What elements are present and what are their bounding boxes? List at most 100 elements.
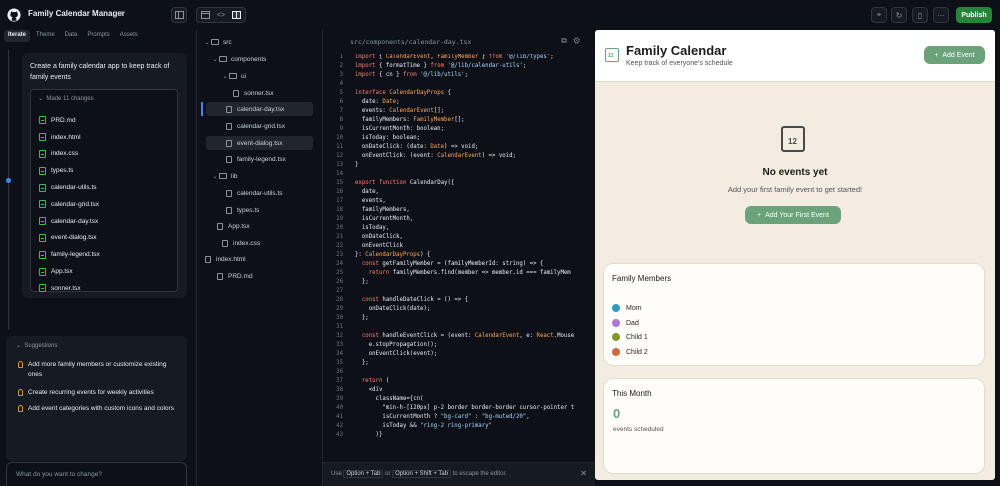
- close-icon[interactable]: ✕: [580, 469, 587, 478]
- more-button[interactable]: ···: [933, 7, 949, 23]
- tree-folder-components[interactable]: ⌄ components: [211, 52, 331, 66]
- code-editor[interactable]: src/components/calendar-day.tsx ⧉ ⚙ 1 imp…: [322, 30, 595, 486]
- code-line[interactable]: 36: [323, 369, 595, 378]
- suggestion-item[interactable]: Create recurring events for weekly activ…: [18, 388, 178, 398]
- change-item[interactable]: calendar-utils.ts: [39, 179, 100, 196]
- change-item[interactable]: types.ts: [39, 162, 100, 179]
- code-line[interactable]: 23}: CalendarDayProps) {: [323, 252, 595, 261]
- code-line[interactable]: 11 onDateClick: (date: Date) => void;: [323, 144, 595, 153]
- copy-icon[interactable]: ⧉: [561, 36, 567, 45]
- code-line[interactable]: 41 isCurrentMonth ? "bg-card" : "bg-mute…: [323, 414, 595, 423]
- code-line[interactable]: 30 };: [323, 315, 595, 324]
- code-line[interactable]: 5 interface CalendarDayProps {: [323, 90, 595, 99]
- tree-file-app[interactable]: App.tsx: [217, 219, 337, 233]
- tab-prompts[interactable]: Prompts: [83, 30, 113, 42]
- code-line[interactable]: 31: [323, 324, 595, 333]
- tree-file-prd[interactable]: PRD.md: [217, 269, 337, 283]
- app-title[interactable]: Family Calendar Manager: [28, 9, 125, 18]
- change-item[interactable]: index.html: [39, 129, 100, 146]
- code-line[interactable]: 13}: [323, 162, 595, 171]
- change-item[interactable]: calendar-day.tsx: [39, 213, 100, 230]
- code-line[interactable]: 21 onDateClick,: [323, 234, 595, 243]
- folder-icon: [219, 173, 227, 179]
- chevron-down-icon[interactable]: ▾: [120, 9, 124, 17]
- code-view-icon[interactable]: <>: [217, 12, 225, 19]
- code-line[interactable]: 22 onEventClick: [323, 243, 595, 252]
- code-line[interactable]: 24 const getFamilyMember = (familyMember…: [323, 261, 595, 270]
- suggestions-header[interactable]: ⌄ Suggestions: [16, 342, 57, 349]
- github-logo-icon[interactable]: [7, 8, 21, 22]
- refresh-button[interactable]: ↻: [891, 7, 907, 23]
- add-event-button[interactable]: + Add Event: [924, 46, 985, 64]
- code-area[interactable]: 1 import { CalendarEvent, FamilyMember } …: [323, 54, 595, 462]
- suggestion-item[interactable]: Add event categories with custom icons a…: [18, 404, 178, 414]
- preview-icon[interactable]: [200, 11, 210, 19]
- publish-button[interactable]: Publish: [956, 7, 992, 23]
- this-month-title: This Month: [612, 389, 652, 398]
- code-line[interactable]: 25 return familyMembers.find(member => m…: [323, 270, 595, 279]
- target-button[interactable]: ⌖: [871, 7, 887, 23]
- change-item[interactable]: PRD.md: [39, 112, 100, 129]
- mobile-preview-button[interactable]: ▯: [912, 7, 928, 23]
- tree-folder-lib[interactable]: ⌄ lib: [211, 169, 331, 183]
- code-line[interactable]: 35 };: [323, 360, 595, 369]
- code-line[interactable]: 6 date: Date;: [323, 99, 595, 108]
- code-line[interactable]: 16 date,: [323, 189, 595, 198]
- tree-folder-src[interactable]: ⌄ src: [203, 35, 323, 49]
- line-content: return familyMembers.find(member => memb…: [368, 270, 571, 276]
- code-line[interactable]: 26 };: [323, 279, 595, 288]
- change-item[interactable]: family-legend.tsx: [39, 246, 100, 263]
- tab-theme[interactable]: Theme: [32, 30, 59, 42]
- code-line[interactable]: 15 export function CalendarDay({: [323, 180, 595, 189]
- change-item[interactable]: sonner.tsx: [39, 280, 100, 297]
- code-line[interactable]: 1 import { CalendarEvent, FamilyMember } …: [323, 54, 595, 63]
- tree-label: sonner.tsx: [244, 89, 274, 97]
- split-view-icon[interactable]: [232, 11, 242, 19]
- top-bar: Family Calendar Manager ▾ <> ⌖ ↻ ▯ ··· P…: [0, 0, 1000, 30]
- tree-file-calendar-day[interactable]: calendar-day.tsx: [206, 102, 313, 116]
- code-line[interactable]: 12 onEventClick: (event: CalendarEvent) …: [323, 153, 595, 162]
- code-line[interactable]: 43 )}: [323, 432, 595, 441]
- code-line[interactable]: 17 events,: [323, 198, 595, 207]
- code-line[interactable]: 20 isToday,: [323, 225, 595, 234]
- chat-input[interactable]: What do you want to change? ⎘ ➢: [6, 462, 187, 486]
- code-line[interactable]: 8 familyMembers: FamilyMember[];: [323, 117, 595, 126]
- toggle-sidebar-button[interactable]: [171, 7, 187, 23]
- change-item[interactable]: index.css: [39, 146, 100, 163]
- change-item[interactable]: event-dialog.tsx: [39, 230, 100, 247]
- suggestion-item[interactable]: Add more family members or customize exi…: [18, 360, 178, 380]
- file-icon: [39, 250, 46, 259]
- code-line[interactable]: 33 e.stopPropagation();: [323, 342, 595, 351]
- code-line[interactable]: 27: [323, 288, 595, 297]
- code-line[interactable]: 4: [323, 81, 595, 90]
- code-line[interactable]: 29 onDateClick(date);: [323, 306, 595, 315]
- code-line[interactable]: 19 isCurrentMonth,: [323, 216, 595, 225]
- code-line[interactable]: 39 className={cn(: [323, 396, 595, 405]
- change-item[interactable]: App.tsx: [39, 263, 100, 280]
- code-line[interactable]: 37 return (: [323, 378, 595, 387]
- code-line[interactable]: 28 const handleDateClick = () => {: [323, 297, 595, 306]
- gear-icon[interactable]: ⚙: [574, 36, 580, 45]
- code-line[interactable]: 9 isCurrentMonth: boolean;: [323, 126, 595, 135]
- tab-assets[interactable]: Assets: [116, 30, 142, 42]
- tab-iterate[interactable]: Iterate: [4, 30, 31, 42]
- code-line[interactable]: 3 import { cn } from '@/lib/utils';: [323, 72, 595, 81]
- member-item: Mom: [612, 304, 642, 312]
- code-line[interactable]: 32 const handleEventClick = (event: Cale…: [323, 333, 595, 342]
- change-item[interactable]: calendar-grid.tsx: [39, 196, 100, 213]
- code-line[interactable]: 10 isToday: boolean;: [323, 135, 595, 144]
- code-line[interactable]: 34 onEventClick(event);: [323, 351, 595, 360]
- code-line[interactable]: 14: [323, 171, 595, 180]
- code-line[interactable]: 2 import { formatTime } from '@/lib/calen…: [323, 63, 595, 72]
- changes-header[interactable]: ⌄ Made 11 changes: [38, 95, 94, 102]
- line-content: isToday: boolean;: [355, 135, 421, 141]
- code-line[interactable]: 40 "min-h-[120px] p-2 border border-bord…: [323, 405, 595, 414]
- code-line[interactable]: 42 isToday && "ring-2 ring-primary": [323, 423, 595, 432]
- add-first-event-button[interactable]: + Add Your First Event: [745, 206, 841, 224]
- code-line[interactable]: 38 <div: [323, 387, 595, 396]
- code-line[interactable]: 7 events: CalendarEvent[];: [323, 108, 595, 117]
- tree-file-index-html[interactable]: index.html: [205, 252, 325, 266]
- tab-data[interactable]: Data: [61, 30, 82, 42]
- tree-file-event-dialog[interactable]: event-dialog.tsx: [206, 136, 313, 150]
- code-line[interactable]: 18 familyMembers,: [323, 207, 595, 216]
